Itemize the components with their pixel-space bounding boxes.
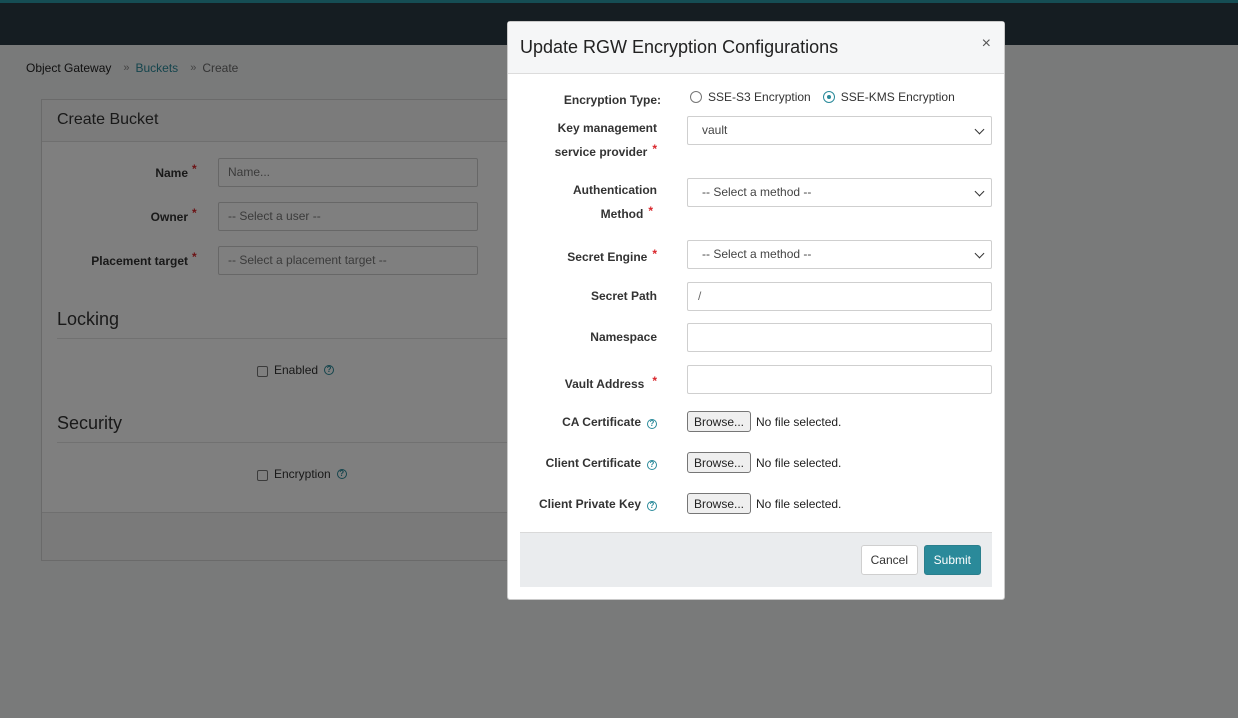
sse-s3-label: SSE-S3 Encryption (708, 90, 811, 104)
help-icon[interactable]: ? (647, 419, 657, 429)
client-private-key-status: No file selected. (756, 496, 842, 511)
ca-certificate-status: No file selected. (756, 414, 842, 429)
kms-provider-label: Key management service provider * (554, 121, 657, 159)
modal-header: Update RGW Encryption Configurations × (508, 22, 1004, 74)
secret-path-label: Secret Path (590, 289, 657, 303)
sse-kms-option[interactable]: SSE-KMS Encryption (822, 90, 955, 104)
secret-engine-label: Secret Engine * (567, 247, 657, 264)
client-certificate-file: Browse... No file selected. (687, 452, 992, 473)
encryption-config-modal: Update RGW Encryption Configurations × E… (507, 21, 1005, 600)
kms-provider-select[interactable]: vault (687, 116, 992, 145)
sse-s3-option[interactable]: SSE-S3 Encryption (690, 90, 811, 104)
client-certificate-status: No file selected. (756, 455, 842, 470)
sse-kms-radio[interactable] (822, 91, 835, 103)
help-icon[interactable]: ? (647, 501, 657, 511)
sse-s3-radio[interactable] (690, 91, 702, 103)
secret-engine-row: Secret Engine * -- Select a method -- (520, 240, 992, 273)
sse-kms-label: SSE-KMS Encryption (840, 90, 955, 104)
encryption-type-label: Encryption Type: (563, 93, 661, 107)
ca-certificate-row: CA Certificate? Browse... No file select… (520, 411, 992, 434)
chevron-down-icon (974, 248, 985, 259)
client-private-key-file: Browse... No file selected. (687, 493, 992, 514)
chevron-down-icon (974, 186, 985, 197)
required-mark: * (652, 374, 657, 388)
auth-method-select[interactable]: -- Select a method -- (687, 178, 992, 207)
client-private-key-row: Client Private Key? Browse... No file se… (520, 493, 992, 516)
secret-path-row: Secret Path / (520, 282, 992, 315)
required-mark: * (652, 142, 657, 156)
encryption-type-row: Encryption Type: SSE-S3 Encryption SSE-K… (520, 90, 992, 110)
namespace-row: Namespace (520, 323, 992, 356)
client-certificate-label: Client Certificate? (520, 453, 658, 475)
chevron-down-icon (974, 124, 985, 135)
modal-title: Update RGW Encryption Configurations (520, 37, 839, 57)
help-icon[interactable]: ? (647, 460, 657, 470)
ca-certificate-label: CA Certificate? (520, 412, 658, 434)
vault-address-row: Vault Address * (520, 365, 992, 400)
submit-button[interactable]: Submit (923, 545, 981, 575)
client-private-key-label: Client Private Key? (520, 494, 658, 516)
cancel-button[interactable]: Cancel (860, 545, 918, 575)
auth-method-row: Authentication Method * -- Select a metho… (520, 178, 992, 224)
kms-provider-row: Key management service provider * vault (520, 116, 992, 162)
client-private-key-browse-button[interactable]: Browse... (687, 493, 752, 514)
close-icon[interactable]: × (982, 36, 991, 52)
vault-address-label: Vault Address * (564, 374, 657, 391)
vault-address-input[interactable] (687, 365, 992, 394)
secret-path-input[interactable]: / (687, 282, 992, 311)
secret-engine-select[interactable]: -- Select a method -- (687, 240, 992, 269)
namespace-label: Namespace (590, 330, 657, 344)
ca-certificate-file: Browse... No file selected. (687, 411, 992, 432)
auth-method-label: Authentication Method * (573, 183, 657, 221)
client-certificate-row: Client Certificate? Browse... No file se… (520, 452, 992, 475)
namespace-input[interactable] (687, 323, 992, 352)
required-mark: * (652, 247, 657, 261)
ca-certificate-browse-button[interactable]: Browse... (687, 411, 752, 432)
modal-footer: Cancel Submit (520, 532, 992, 587)
encryption-type-radio-group: SSE-S3 Encryption SSE-KMS Encryption (690, 90, 967, 104)
client-certificate-browse-button[interactable]: Browse... (687, 452, 752, 473)
required-mark: * (648, 204, 653, 218)
